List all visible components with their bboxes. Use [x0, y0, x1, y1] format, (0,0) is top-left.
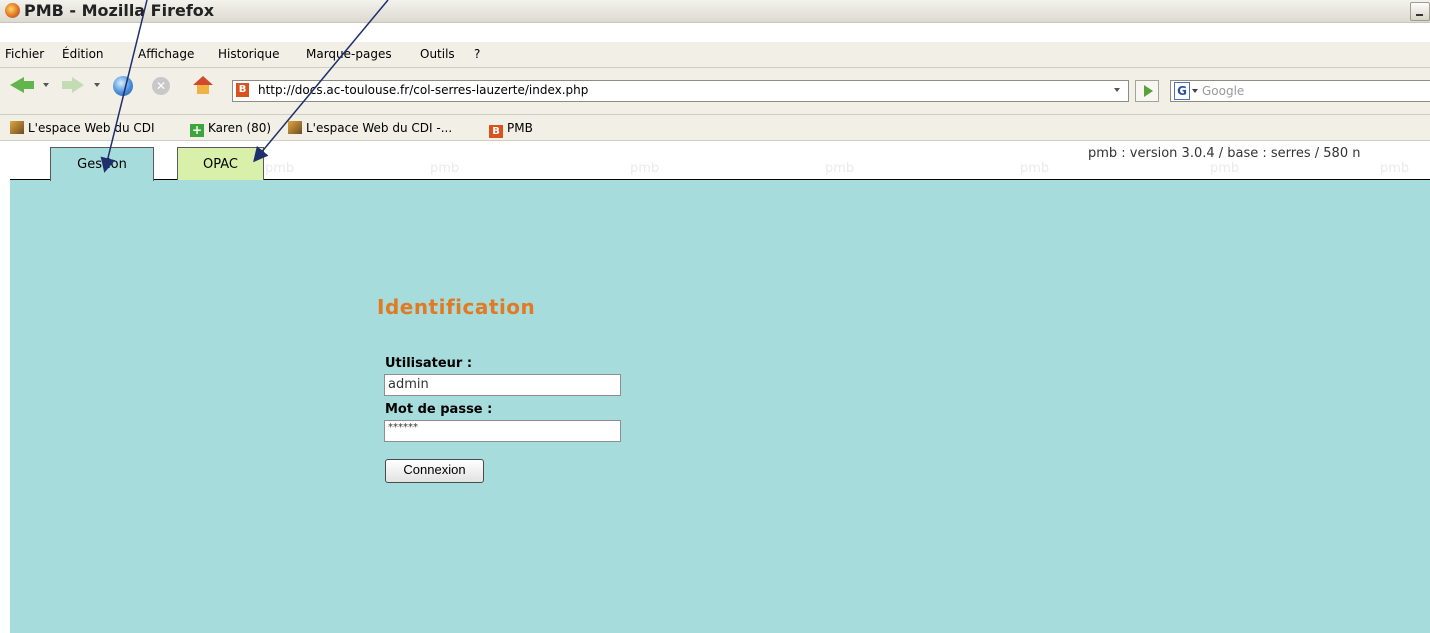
app-tab-strip: pmb pmb pmb pmb pmb pmb pmb Gestion OPAC… — [10, 141, 1430, 181]
tab-gestion[interactable]: Gestion — [50, 147, 154, 181]
bookmark-item[interactable]: + Karen (80) — [190, 121, 271, 137]
minimize-button[interactable] — [1410, 2, 1430, 21]
go-button[interactable] — [1135, 80, 1159, 102]
watermark-text: pmb — [1020, 161, 1050, 176]
menu-affichage[interactable]: Affichage — [138, 47, 194, 61]
back-history-dropdown-icon[interactable] — [43, 83, 49, 87]
cdi-icon — [10, 121, 24, 134]
login-title: Identification — [377, 295, 536, 319]
window-title: PMB - Mozilla Firefox — [24, 1, 215, 20]
bookmark-label: L'espace Web du CDI -... — [306, 121, 453, 135]
password-field[interactable]: ****** — [384, 420, 621, 442]
watermark-text: pmb — [1380, 161, 1410, 176]
menu-historique[interactable]: Historique — [218, 47, 280, 61]
connexion-button[interactable]: Connexion — [385, 459, 484, 483]
address-bar[interactable]: B http://docs.ac-toulouse.fr/col-serres-… — [232, 80, 1129, 102]
bookmark-item[interactable]: L'espace Web du CDI — [10, 121, 155, 135]
menu-edition[interactable]: Édition — [62, 47, 104, 61]
url-history-dropdown-icon[interactable] — [1112, 83, 1122, 97]
menu-outils[interactable]: Outils — [420, 47, 455, 61]
username-field[interactable]: admin — [384, 374, 621, 396]
watermark-text: pmb — [430, 161, 460, 176]
forward-history-dropdown-icon[interactable] — [94, 83, 100, 87]
bookmark-label: PMB — [507, 121, 533, 135]
firefox-logo-icon — [5, 3, 20, 18]
watermark-text: pmb — [1210, 161, 1240, 176]
username-label: Utilisateur : — [385, 356, 473, 371]
watermark-text: pmb — [265, 161, 295, 176]
menu-bar: Fichier Édition Affichage Historique Mar… — [0, 42, 1430, 68]
menu-help[interactable]: ? — [474, 47, 480, 61]
minimize-icon — [1416, 14, 1423, 16]
stop-icon[interactable]: ✕ — [152, 77, 170, 95]
tab-opac[interactable]: OPAC — [177, 147, 264, 180]
pmb-icon: B — [489, 125, 503, 138]
back-arrow-icon[interactable] — [10, 77, 34, 93]
navigation-toolbar: ✕ B http://docs.ac-toulouse.fr/col-serre… — [0, 68, 1430, 115]
bookmark-label: Karen (80) — [208, 121, 272, 135]
watermark-text: pmb — [630, 161, 660, 176]
watermark-text: pmb — [825, 161, 855, 176]
plus-icon: + — [190, 123, 204, 137]
search-engine-dropdown-icon[interactable] — [1192, 89, 1198, 93]
google-search-engine-icon[interactable]: G — [1174, 82, 1190, 100]
reload-icon[interactable] — [113, 76, 133, 96]
forward-arrow-icon[interactable] — [62, 77, 84, 93]
password-label: Mot de passe : — [385, 402, 493, 417]
bookmark-item[interactable]: B PMB — [489, 121, 533, 138]
search-box[interactable]: G Google — [1170, 80, 1430, 102]
menu-marque-pages[interactable]: Marque-pages — [306, 47, 392, 61]
menu-fichier[interactable]: Fichier — [5, 47, 44, 61]
home-icon[interactable] — [193, 76, 213, 95]
bookmark-item[interactable]: L'espace Web du CDI -... — [288, 121, 452, 135]
window-titlebar: PMB - Mozilla Firefox — [0, 0, 1430, 23]
address-url[interactable]: http://docs.ac-toulouse.fr/col-serres-la… — [258, 83, 588, 97]
page-content: pmb pmb pmb pmb pmb pmb pmb Gestion OPAC… — [10, 141, 1430, 633]
cdi-icon — [288, 121, 302, 134]
version-info: pmb : version 3.0.4 / base : serres / 58… — [1088, 146, 1361, 161]
bookmarks-toolbar: L'espace Web du CDI + Karen (80) L'espace… — [0, 115, 1430, 141]
search-input[interactable]: Google — [1202, 84, 1244, 98]
bookmark-label: L'espace Web du CDI — [28, 121, 155, 135]
site-favicon-icon: B — [236, 83, 249, 97]
